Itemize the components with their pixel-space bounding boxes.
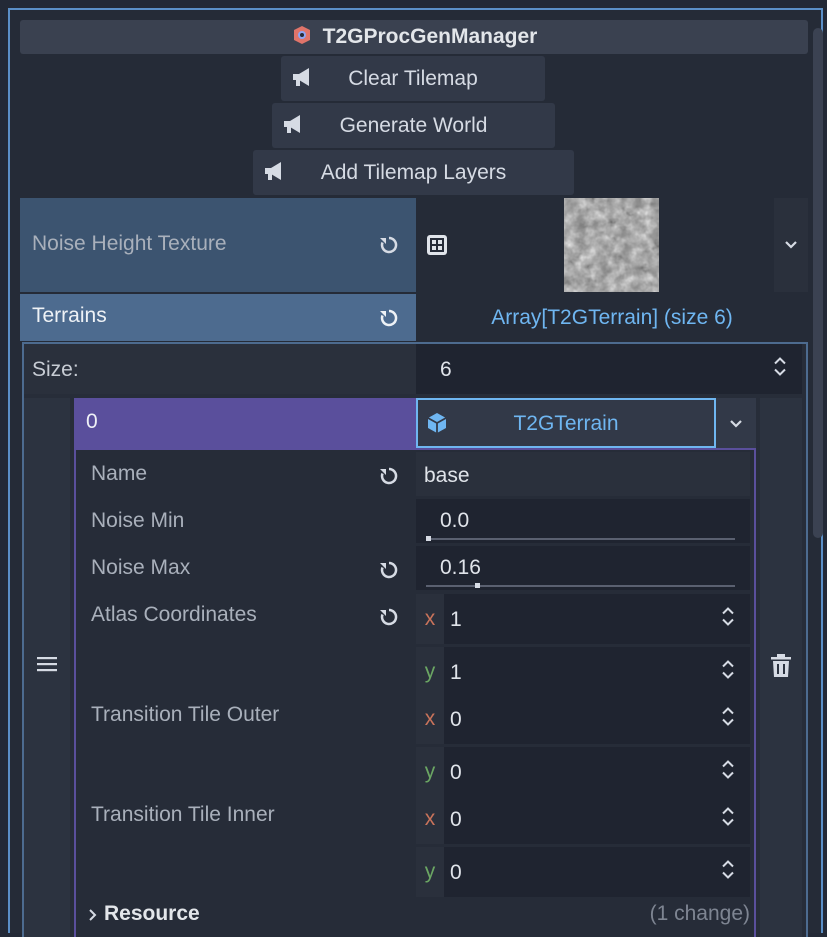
add-tilemap-layers-label: Add Tilemap Layers <box>320 160 507 184</box>
noise-height-texture-row: Noise Height Texture <box>20 198 416 292</box>
spinner-icon[interactable] <box>720 605 736 634</box>
outer-y-value: 0 <box>450 761 462 784</box>
reset-icon[interactable] <box>378 307 400 334</box>
chevron-down-icon <box>783 236 799 257</box>
name-label: Name <box>91 462 148 485</box>
noise-min-slider[interactable]: 0.0 <box>416 499 750 543</box>
add-tilemap-layers-button[interactable]: Add Tilemap Layers <box>253 150 574 195</box>
atlas-y-spinbox[interactable]: y 1 <box>416 647 750 697</box>
trash-icon[interactable] <box>769 654 793 683</box>
name-value: base <box>424 464 470 487</box>
outer-y-spinbox[interactable]: y 0 <box>416 747 750 797</box>
terrains-row[interactable]: Terrains <box>20 294 416 341</box>
clear-tilemap-button[interactable]: Clear Tilemap <box>281 56 545 101</box>
reset-icon[interactable] <box>378 234 400 261</box>
clear-tilemap-label: Clear Tilemap <box>348 66 478 90</box>
x-axis-tag: x <box>416 694 444 744</box>
noise-max-label: Noise Max <box>91 556 191 579</box>
terrains-label: Terrains <box>32 304 107 327</box>
transition-outer-label: Transition Tile Outer <box>91 703 280 726</box>
chevron-down-icon <box>728 415 744 436</box>
resource-label: Resource <box>104 902 200 925</box>
spinner-icon[interactable] <box>720 858 736 887</box>
spinner-icon[interactable] <box>720 805 736 834</box>
noise-height-texture-label: Noise Height Texture <box>32 232 227 255</box>
transition-inner-label: Transition Tile Inner <box>91 803 275 826</box>
class-title-bar: T2GProcGenManager <box>20 20 808 54</box>
terrains-array-button[interactable]: Array[T2GTerrain] (size 6) <box>416 294 808 341</box>
noise-max-track <box>426 585 735 587</box>
size-spinbox[interactable]: 6 <box>416 344 802 394</box>
noise-min-label: Noise Min <box>91 509 185 532</box>
element-index: 0 <box>86 410 98 433</box>
noise-max-slider[interactable]: 0.16 <box>416 546 750 590</box>
reset-icon[interactable] <box>378 465 400 492</box>
spinner-icon[interactable] <box>772 355 788 384</box>
spinner-icon[interactable] <box>720 705 736 734</box>
element-drag-handle[interactable] <box>24 398 70 937</box>
noise-min-grabber[interactable] <box>426 536 431 541</box>
megaphone-icon <box>291 66 315 94</box>
atlas-x-value: 1 <box>450 608 462 631</box>
noise-height-texture-field[interactable] <box>416 198 808 292</box>
terrain-type-name: T2GTerrain <box>513 412 619 435</box>
size-value: 6 <box>440 358 452 381</box>
inspector-panel: T2GProcGenManager Clear Tilemap Generate… <box>8 8 823 937</box>
reset-icon[interactable] <box>378 606 400 633</box>
spinner-icon[interactable] <box>720 658 736 687</box>
element-index-row: 0 <box>74 398 416 448</box>
inner-y-spinbox[interactable]: y 0 <box>416 847 750 897</box>
noise-max-grabber[interactable] <box>475 583 481 588</box>
resource-section-header[interactable]: Resource (1 change) <box>78 896 750 934</box>
spinner-icon[interactable] <box>720 758 736 787</box>
terrain-dropdown-button[interactable] <box>716 398 756 448</box>
y-axis-tag: y <box>416 647 444 697</box>
noise-texture-preview[interactable] <box>564 198 659 297</box>
inner-y-value: 0 <box>450 861 462 884</box>
generate-world-button[interactable]: Generate World <box>272 103 555 148</box>
noise-min-track <box>426 538 735 540</box>
atlas-x-spinbox[interactable]: x 1 <box>416 594 750 644</box>
texture-icon <box>426 234 448 261</box>
scrollbar[interactable] <box>813 28 823 538</box>
resource-change-count: (1 change) <box>649 902 750 925</box>
y-axis-tag: y <box>416 747 444 797</box>
megaphone-icon <box>263 160 287 188</box>
size-label: Size: <box>32 358 79 381</box>
class-title: T2GProcGenManager <box>322 25 538 48</box>
terrains-array-value: Array[T2GTerrain] (size 6) <box>491 305 733 329</box>
inner-x-value: 0 <box>450 808 462 831</box>
reset-icon[interactable] <box>378 559 400 586</box>
inner-x-spinbox[interactable]: x 0 <box>416 794 750 844</box>
outer-x-value: 0 <box>450 708 462 731</box>
noise-min-value: 0.0 <box>440 509 470 532</box>
y-axis-tag: y <box>416 847 444 897</box>
drag-handle-icon <box>37 656 57 677</box>
atlas-y-value: 1 <box>450 661 462 684</box>
chevron-right-icon <box>88 908 98 927</box>
size-row: Size: <box>24 344 416 394</box>
element-delete-column <box>760 398 802 937</box>
generate-world-label: Generate World <box>339 113 488 137</box>
terrain-resource-button[interactable]: T2GTerrain <box>416 398 716 448</box>
atlas-coordinates-label: Atlas Coordinates <box>91 603 257 626</box>
outer-x-spinbox[interactable]: x 0 <box>416 694 750 744</box>
godot-node-icon <box>291 24 313 51</box>
name-input[interactable]: base <box>416 452 750 496</box>
megaphone-icon <box>282 113 306 141</box>
noise-max-value: 0.16 <box>440 556 481 579</box>
x-axis-tag: x <box>416 594 444 644</box>
texture-dropdown-button[interactable] <box>774 198 808 292</box>
x-axis-tag: x <box>416 794 444 844</box>
